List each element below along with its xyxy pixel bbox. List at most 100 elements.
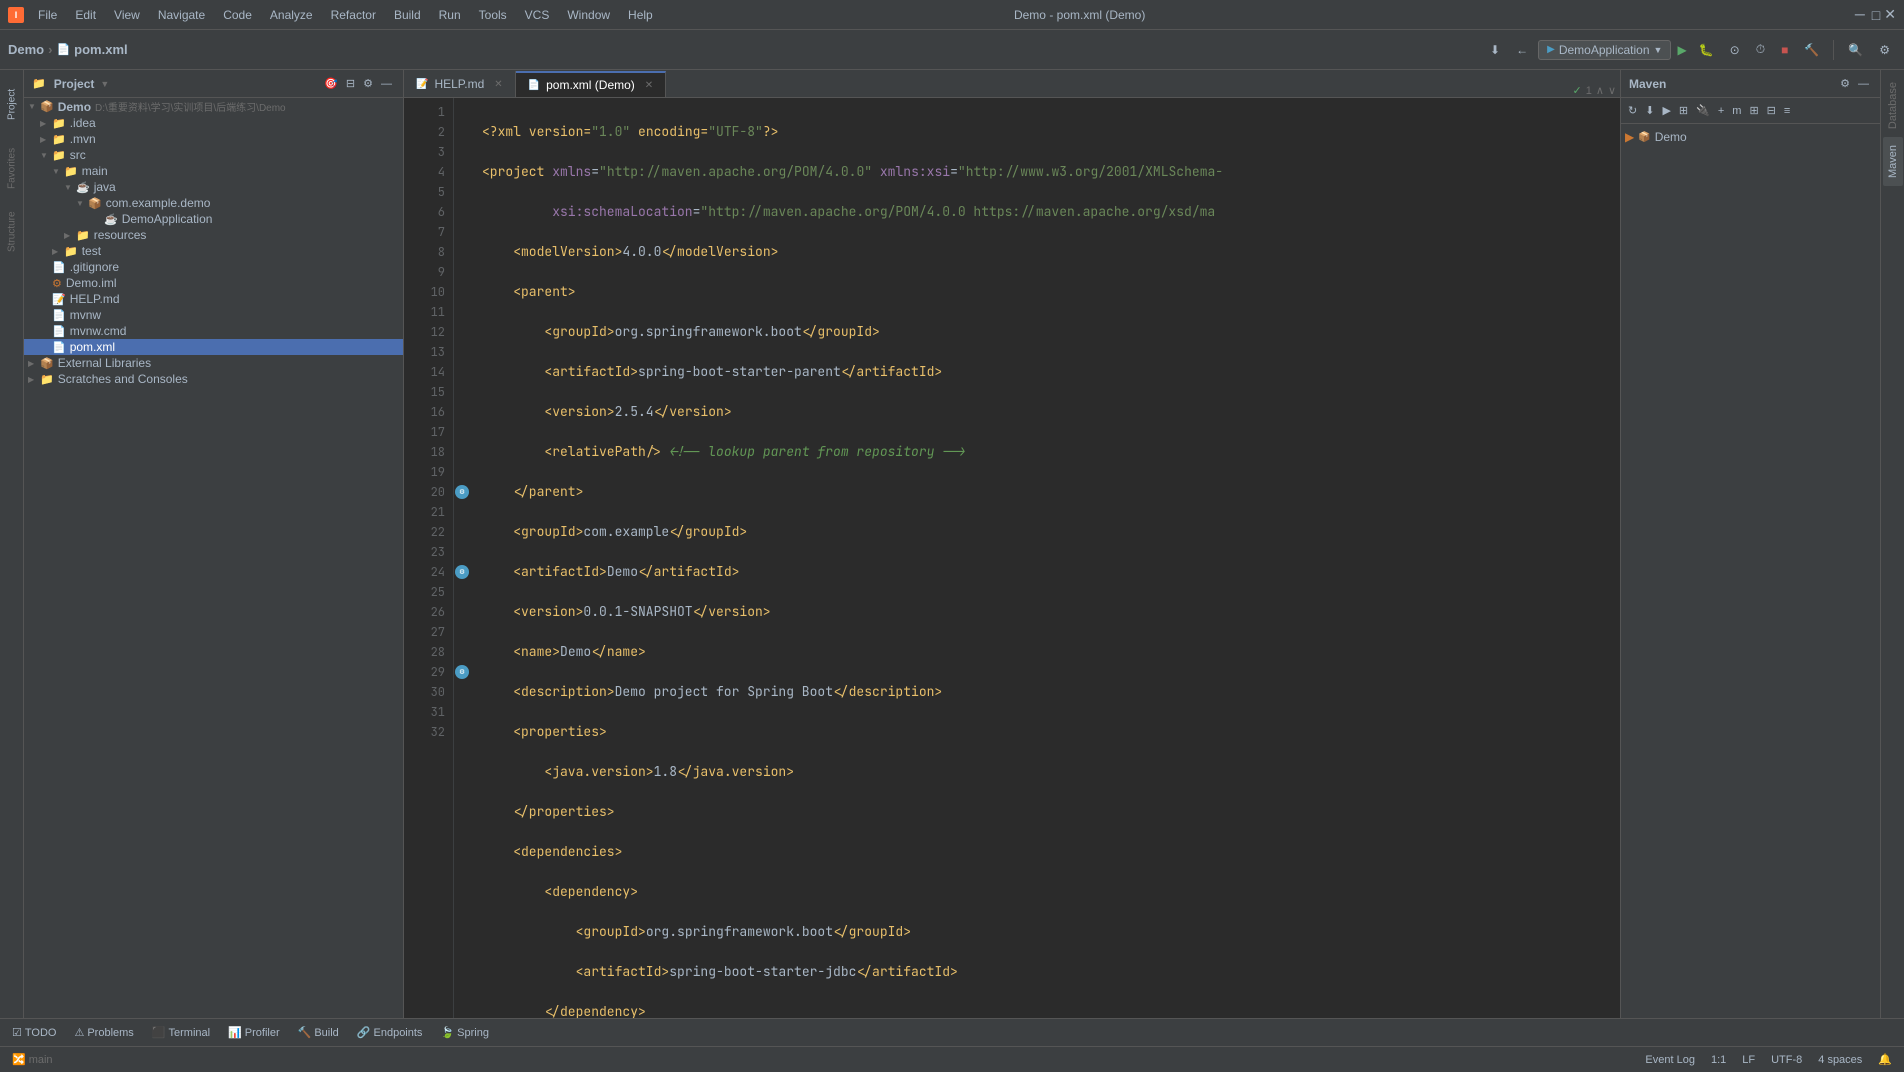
- dependency-icon-29[interactable]: ⚙: [455, 665, 469, 679]
- line-col-indicator[interactable]: 1:1: [1707, 1053, 1730, 1066]
- profile-button[interactable]: ⏱: [1750, 39, 1771, 60]
- indent-indicator[interactable]: 4 spaces: [1814, 1053, 1866, 1066]
- tree-item-test[interactable]: ▶ 📁 test: [24, 243, 403, 259]
- tab-help-md[interactable]: 📝 HELP.md ✕: [404, 71, 516, 97]
- menu-file[interactable]: File: [30, 6, 65, 24]
- stop-button[interactable]: ■: [1775, 40, 1794, 60]
- maven-plugins-button[interactable]: 🔌: [1693, 103, 1713, 118]
- problems-icon: ⚠: [74, 1026, 84, 1039]
- close-sidebar-button[interactable]: —: [378, 76, 395, 91]
- close-tab-pom[interactable]: ✕: [645, 80, 653, 91]
- sidebar-header: 📁 Project ▼ 🎯 ⊟ ⚙ —: [24, 70, 403, 98]
- structure-panel-toggle[interactable]: Structure: [2, 202, 22, 262]
- menu-navigate[interactable]: Navigate: [150, 6, 213, 24]
- tree-item-mvnw[interactable]: ▶ 📄 mvnw: [24, 307, 403, 323]
- tab-pom-xml[interactable]: 📄 pom.xml (Demo) ✕: [516, 71, 667, 97]
- maven-download-sources-button[interactable]: ⬇: [1642, 103, 1657, 118]
- menu-view[interactable]: View: [106, 6, 148, 24]
- project-panel-toggle[interactable]: Project: [2, 74, 22, 134]
- code-content[interactable]: <?xml version="1.0" encoding="UTF-8"?> <…: [474, 98, 1620, 1018]
- tree-item-main[interactable]: ▼ 📁 main: [24, 163, 403, 179]
- maven-expand-button[interactable]: ≡: [1781, 104, 1793, 118]
- app-icon: I: [8, 7, 24, 23]
- encoding-indicator[interactable]: UTF-8: [1767, 1053, 1806, 1066]
- tree-item-help-md[interactable]: ▶ 📝 HELP.md: [24, 291, 403, 307]
- settings-button[interactable]: ⚙: [1873, 40, 1896, 60]
- coverage-button[interactable]: ⊙: [1724, 40, 1746, 60]
- menu-window[interactable]: Window: [559, 6, 618, 24]
- run-button[interactable]: ▶: [1675, 41, 1688, 59]
- tree-item-resources[interactable]: ▶ 📁 resources: [24, 227, 403, 243]
- maven-panel-header: Maven ⚙ —: [1621, 70, 1880, 98]
- menu-refactor[interactable]: Refactor: [323, 6, 384, 24]
- minimize-button[interactable]: ─: [1852, 6, 1868, 22]
- dependency-icon-20[interactable]: ⚙: [455, 485, 469, 499]
- vcs-update-button[interactable]: ⬇: [1484, 40, 1506, 60]
- menu-code[interactable]: Code: [215, 6, 260, 24]
- maven-settings-button[interactable]: ⚙: [1837, 76, 1853, 91]
- breadcrumb: Demo › 📄 pom.xml: [8, 42, 128, 57]
- locate-file-button[interactable]: 🎯: [321, 76, 341, 91]
- maven-tab[interactable]: Maven: [1883, 137, 1903, 186]
- build-button[interactable]: 🔨: [1798, 40, 1825, 60]
- maven-run-button[interactable]: ▶: [1659, 103, 1673, 118]
- tree-item-mvnw-cmd[interactable]: ▶ 📄 mvnw.cmd: [24, 323, 403, 339]
- tree-item-package[interactable]: ▼ 📦 com.example.demo: [24, 195, 403, 211]
- sidebar-settings-button[interactable]: ⚙: [360, 76, 376, 91]
- breadcrumb-filename: pom.xml: [74, 42, 127, 57]
- collapse-all-button[interactable]: ⊟: [343, 76, 358, 91]
- database-tab[interactable]: Database: [1883, 74, 1903, 137]
- menu-edit[interactable]: Edit: [67, 6, 104, 24]
- maven-execute-button[interactable]: m: [1729, 104, 1744, 118]
- build-output-button[interactable]: 🔨 Build: [290, 1024, 347, 1041]
- maven-panel: Maven ⚙ — ↻ ⬇ ▶ ⊞ 🔌 + m ⊞ ⊟ ≡ ▶ 📦 Demo: [1620, 70, 1880, 1018]
- tree-item-demo-iml[interactable]: ▶ ⚙ Demo.iml: [24, 275, 403, 291]
- main-area: Project Favorites Structure 📁 Project ▼ …: [0, 70, 1904, 1018]
- spring-button[interactable]: 🍃 Spring: [432, 1024, 497, 1041]
- maven-lifecycle-button[interactable]: ⊞: [1676, 103, 1691, 118]
- maximize-button[interactable]: □: [1872, 6, 1880, 23]
- tree-item-scratches[interactable]: ▶ 📁 Scratches and Consoles: [24, 371, 403, 387]
- back-button[interactable]: ←: [1510, 40, 1534, 60]
- menu-run[interactable]: Run: [431, 6, 469, 24]
- profiler-button[interactable]: 📊 Profiler: [220, 1024, 288, 1041]
- maven-add-button[interactable]: +: [1715, 104, 1727, 118]
- todo-button[interactable]: ☑ TODO: [4, 1024, 64, 1041]
- maven-item-demo[interactable]: ▶ 📦 Demo: [1625, 128, 1876, 146]
- file-tree: ▼ 📦 Demo D:\重要资料\学习\实训项目\后端练习\Demo ▶ 📁 .…: [24, 98, 403, 1018]
- menu-tools[interactable]: Tools: [471, 6, 515, 24]
- maven-refresh-button[interactable]: ↻: [1625, 103, 1640, 118]
- terminal-button[interactable]: ⬛ Terminal: [144, 1024, 218, 1041]
- problems-button[interactable]: ⚠ Problems: [66, 1024, 141, 1041]
- close-button[interactable]: ✕: [1884, 6, 1896, 23]
- close-tab-help[interactable]: ✕: [494, 79, 502, 90]
- debug-button[interactable]: 🐛: [1693, 40, 1720, 60]
- event-log-button[interactable]: Event Log: [1641, 1053, 1699, 1066]
- menu-vcs[interactable]: VCS: [517, 6, 558, 24]
- search-button[interactable]: 🔍: [1842, 40, 1869, 60]
- notifications-icon[interactable]: 🔔: [1874, 1053, 1896, 1066]
- favorites-panel-toggle[interactable]: Favorites: [2, 138, 22, 198]
- tree-item-demo-app[interactable]: ▶ ☕ DemoApplication: [24, 211, 403, 227]
- menu-help[interactable]: Help: [620, 6, 661, 24]
- tree-item-mvn[interactable]: ▶ 📁 .mvn: [24, 131, 403, 147]
- run-config-selector[interactable]: ▶ DemoApplication ▼: [1538, 40, 1671, 60]
- tree-item-pom-xml[interactable]: ▶ 📄 pom.xml: [24, 339, 403, 355]
- line-ending-indicator[interactable]: LF: [1738, 1053, 1759, 1066]
- dependency-icon-24[interactable]: ⚙: [455, 565, 469, 579]
- menu-bar: File Edit View Navigate Code Analyze Ref…: [30, 6, 661, 24]
- code-editor[interactable]: 12345 678910 1112131415 1617181920 21222…: [404, 98, 1620, 1018]
- breadcrumb-separator: ›: [48, 42, 52, 57]
- maven-collapse-button[interactable]: ⊟: [1764, 103, 1779, 118]
- maven-close-button[interactable]: —: [1855, 76, 1872, 91]
- menu-analyze[interactable]: Analyze: [262, 6, 321, 24]
- tree-item-ext-libs[interactable]: ▶ 📦 External Libraries: [24, 355, 403, 371]
- endpoints-button[interactable]: 🔗 Endpoints: [349, 1024, 431, 1041]
- tree-item-demo[interactable]: ▼ 📦 Demo D:\重要资料\学习\实训项目\后端练习\Demo: [24, 98, 403, 115]
- menu-build[interactable]: Build: [386, 6, 429, 24]
- tree-item-gitignore[interactable]: ▶ 📄 .gitignore: [24, 259, 403, 275]
- maven-show-diagram-button[interactable]: ⊞: [1746, 103, 1761, 118]
- tree-item-src[interactable]: ▼ 📁 src: [24, 147, 403, 163]
- tree-item-java[interactable]: ▼ ☕ java: [24, 179, 403, 195]
- tree-item-idea[interactable]: ▶ 📁 .idea: [24, 115, 403, 131]
